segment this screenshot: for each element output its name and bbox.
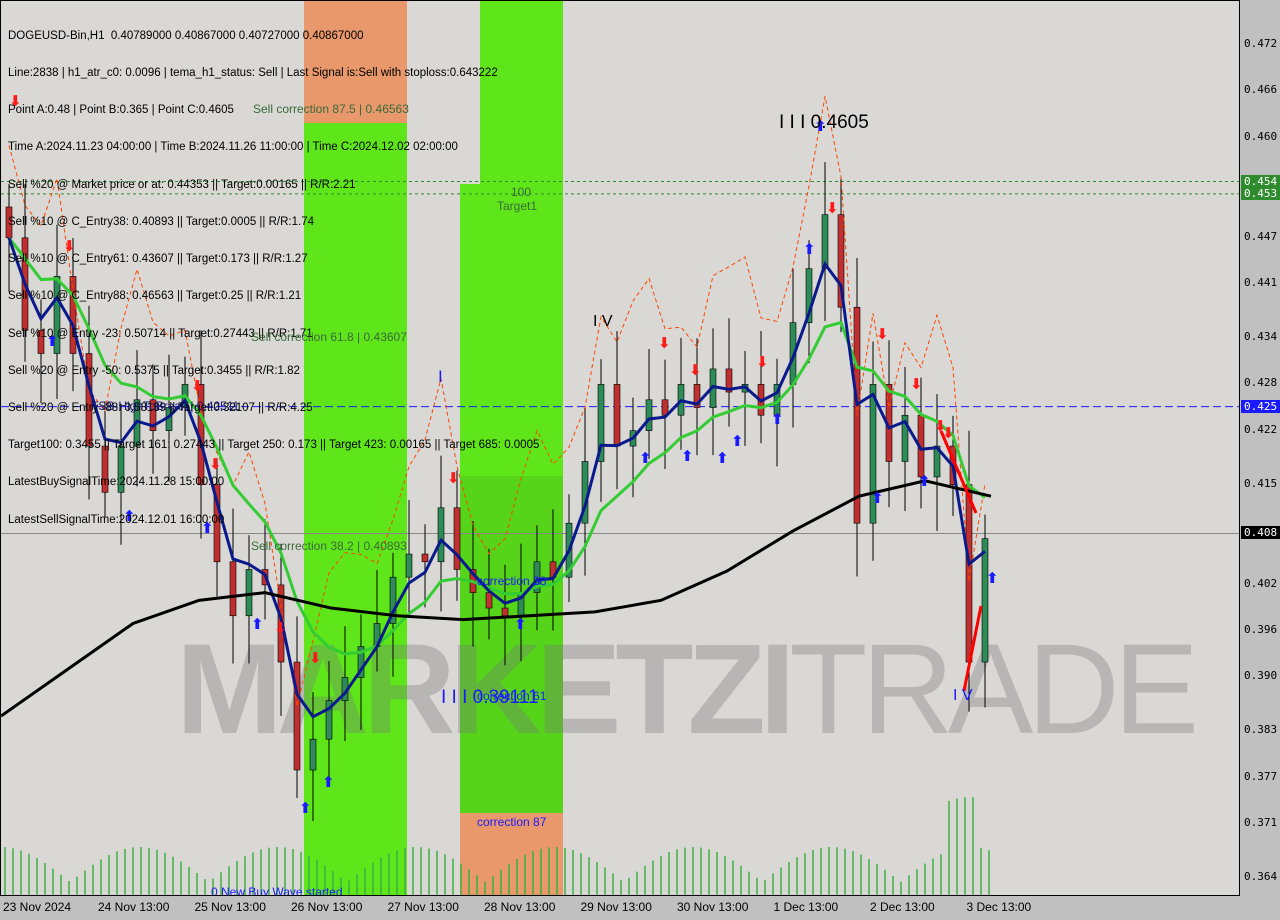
- price-tick: 0.472: [1244, 37, 1278, 50]
- candle-body: [501, 607, 509, 617]
- candle-body: [645, 399, 653, 431]
- price-tag: 0.408: [1241, 526, 1280, 540]
- time-tick: 1 Dec 13:00: [773, 900, 839, 914]
- time-tick: 3 Dec 13:00: [966, 900, 1032, 914]
- price-tick: 0.364: [1244, 870, 1278, 883]
- price-tick: 0.441: [1244, 276, 1278, 290]
- info-line: Sell %10 @ C_Entry38: 0.40893 || Target:…: [8, 215, 314, 228]
- buy-arrow-icon: ⬆: [514, 615, 527, 633]
- info-line: LatestBuySignalTime:2024.11.28 15:00:00: [8, 476, 225, 489]
- price-tag: 0.425: [1241, 399, 1280, 413]
- price-tick: 0.428: [1244, 376, 1278, 390]
- buy-arrow-icon: ⬆: [322, 773, 335, 791]
- sell-arrow-icon: ⬇: [658, 334, 671, 352]
- time-tick: 24 Nov 13:00: [98, 900, 170, 914]
- wave-iii-low-label: I I I 0.39111: [441, 687, 539, 708]
- sell-arrow-icon: ⬇: [309, 649, 322, 667]
- info-line: Sell %10 @ C_Entry61: 0.43607 || Target:…: [8, 253, 308, 266]
- price-tick: 0.466: [1244, 83, 1278, 97]
- info-panel: DOGEUSD-Bin,H1 0.40789000 0.40867000 0.4…: [8, 5, 539, 551]
- price-tick: 0.371: [1244, 816, 1278, 829]
- candle-body: [965, 484, 973, 663]
- sell-correction-87-label: Sell correction 87.5 | 0.46563: [253, 102, 409, 116]
- buy-arrow-icon: ⬆: [716, 449, 729, 467]
- info-line: LatestSellSignalTime:2024.12.01 16:00:00: [8, 513, 225, 526]
- sell-correction-38-label: Sell correction 38.2 | 0.40893: [251, 539, 407, 553]
- correction-87-label: correction 87: [477, 815, 547, 829]
- target-100-label: 100: [511, 185, 532, 199]
- sell-arrow-icon: ⬇: [689, 361, 702, 379]
- price-tick: 0.390: [1244, 669, 1278, 683]
- sell-correction-61-label: Sell correction 61.8 | 0.43607: [251, 330, 407, 344]
- price-tick: 0.415: [1244, 476, 1278, 490]
- buy-arrow-icon: ⬆: [681, 447, 694, 465]
- candle-body: [309, 738, 317, 771]
- time-tick: 2 Dec 13:00: [870, 900, 935, 914]
- price-tick: 0.460: [1244, 129, 1278, 143]
- info-line: Line:2838 | h1_atr_c0: 0.0096 | tema_h1_…: [8, 67, 498, 80]
- buy-arrow-icon: ⬆: [771, 410, 784, 428]
- info-line: Time A:2024.11.23 04:00:00 | Time B:2024…: [8, 141, 458, 154]
- price-tick: 0.434: [1244, 330, 1278, 344]
- candle-body: [229, 561, 237, 617]
- target1-label: Target1: [497, 199, 538, 213]
- candle-body: [981, 538, 989, 663]
- sell-arrow-icon: ⬇: [756, 353, 769, 371]
- price-tag: 0.454: [1241, 174, 1280, 188]
- sell-arrow-icon: ⬇: [910, 375, 923, 393]
- time-tick: 23 Nov 2024: [3, 900, 72, 914]
- fsb-label: FSB-HighToBreak | 0.42511: [91, 399, 240, 413]
- time-tick: 26 Nov 13:00: [291, 900, 363, 914]
- new-buy-wave-label: 0 New Buy Wave started: [211, 885, 343, 896]
- wave-iv-label-2: I V: [953, 687, 973, 704]
- buy-arrow-icon: ⬆: [986, 569, 999, 587]
- info-line: Sell %20 @ Entry -50: 0.5375 || Target:0…: [8, 364, 300, 377]
- buy-arrow-icon: ⬆: [299, 799, 312, 817]
- chart-plot-area[interactable]: MARKETZITRADE ⬆ ⬆ ⬆ ⬆ ⬆ ⬆ ⬆ ⬆ ⬆ ⬆ ⬆ ⬆ ⬆ ⬆ ⬆ ⬆ ⬆ ⬇ ⬇ ⬇ ⬇ ⬇ ⬇ ⬇ ⬇ ⬇…: [0, 0, 1240, 896]
- info-line: Sell %20 @ Market price or at: 0.44353 |…: [8, 178, 356, 191]
- info-line: Sell %10 @ C_Entry88: 0.46563 || Target:…: [8, 290, 302, 303]
- price-tick: 0.422: [1244, 422, 1278, 436]
- buy-arrow-icon: ⬆: [871, 489, 884, 507]
- candle-body: [613, 384, 621, 447]
- sell-arrow-icon: ⬇: [826, 199, 839, 217]
- time-tick: 28 Nov 13:00: [484, 900, 556, 914]
- correction-38-label: correction 38: [477, 574, 547, 588]
- price-tag: 0.453: [1241, 186, 1280, 200]
- price-tick: 0.447: [1244, 229, 1278, 243]
- price-tick: 0.383: [1244, 723, 1278, 737]
- info-line: Target100: 0.3455 || Target 161: 0.27443…: [8, 439, 540, 452]
- info-line: DOGEUSD-Bin,H1 0.40789000 0.40867000 0.4…: [8, 29, 364, 42]
- time-tick: 29 Nov 13:00: [580, 900, 652, 914]
- sell-arrow-icon: ⬇: [942, 424, 955, 442]
- buy-arrow-icon: ⬆: [731, 432, 744, 450]
- candle-body: [245, 569, 253, 617]
- buy-arrow-icon: ⬆: [639, 449, 652, 467]
- wave-i-label: I: [438, 367, 443, 386]
- candle-body: [405, 553, 413, 578]
- price-tick: 0.377: [1244, 769, 1278, 783]
- time-tick: 30 Nov 13:00: [677, 900, 749, 914]
- candle-body: [485, 592, 493, 609]
- time-tick: 25 Nov 13:00: [194, 900, 266, 914]
- info-line: Sell %20 @ Entry -88: 0.58189 || Target:…: [8, 402, 313, 414]
- price-tick: 0.396: [1244, 623, 1278, 637]
- candle-body: [421, 553, 429, 563]
- time-tick: 27 Nov 13:00: [387, 900, 459, 914]
- wave-iv-label: I V: [593, 313, 613, 330]
- candle-body: [821, 214, 829, 269]
- price-tick: 0.402: [1244, 576, 1278, 590]
- buy-arrow-icon: ⬆: [251, 615, 264, 633]
- wave-iii-high-label: I I I 0.4605: [779, 112, 869, 133]
- sell-arrow-icon: ⬇: [274, 619, 287, 637]
- sell-arrow-icon: ⬇: [876, 325, 889, 343]
- buy-arrow-icon: ⬆: [918, 472, 931, 490]
- buy-arrow-icon: ⬆: [803, 240, 816, 258]
